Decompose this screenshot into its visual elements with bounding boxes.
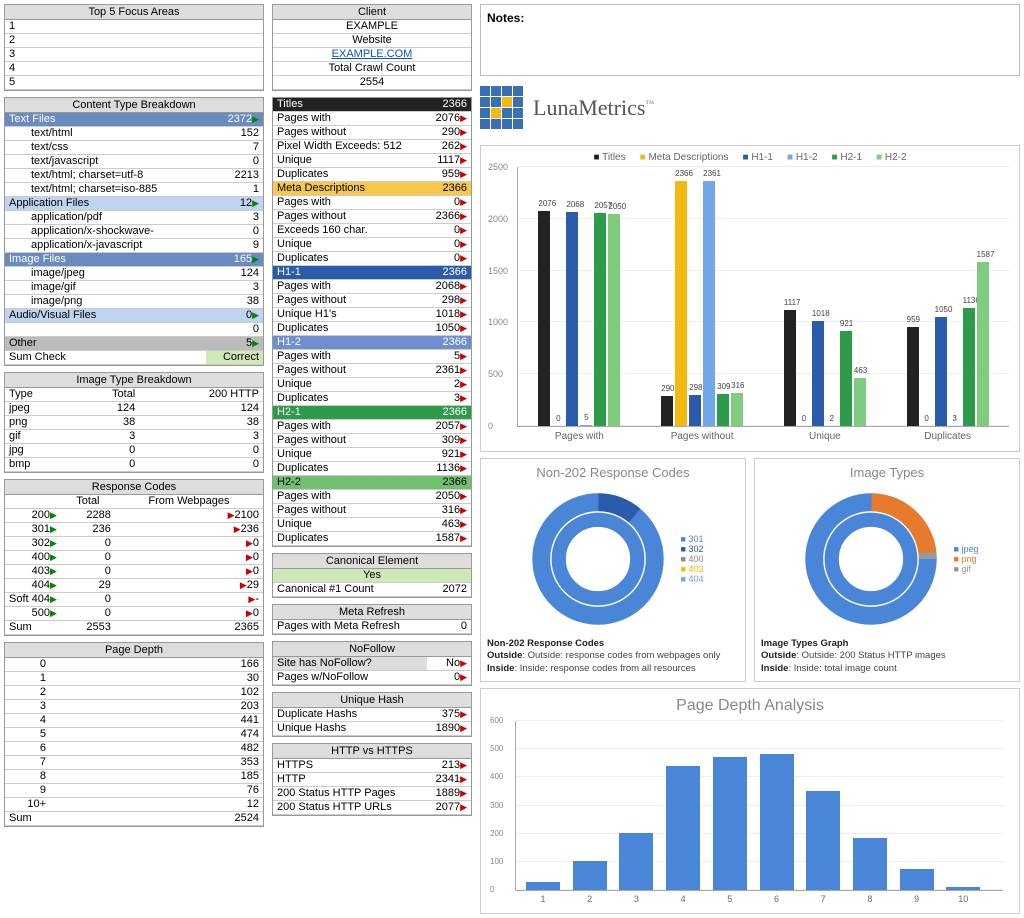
client-name: EXAMPLE [273,20,471,34]
bar-chart: Titles Meta Descriptions H1-1 H1-2 H2-1 … [480,145,1020,452]
donut-images-svg [796,484,946,634]
donut-response-legend: 301 302 400 403 404 [681,534,704,584]
canonical-panel: Canonical Element Yes Canonical #1 Count… [272,553,472,598]
donut-image-types: Image Types jpeg png gif [754,458,1020,682]
focus-areas-title: Top 5 Focus Areas [5,5,263,20]
brand-text: LunaMetrics™ [533,95,654,121]
meta-refresh-panel: Meta Refresh Pages with Meta Refresh0 [272,604,472,635]
notes-box[interactable]: Notes: [480,4,1020,76]
focus-areas-table: 1 2 3 4 5 [5,20,263,90]
head-sections-panel: Titles2366Pages with2076▶Pages without29… [272,97,472,547]
nofollow-panel: NoFollow Site has NoFollow?No▶Pages w/No… [272,641,472,686]
crawl-count: 2554 [273,76,471,90]
client-website-link[interactable]: EXAMPLE.COM [332,48,413,60]
content-breakdown-title: Content Type Breakdown [5,98,263,113]
brand-logo-icon [480,86,523,129]
client-panel: Client EXAMPLE Website EXAMPLE.COM Total… [272,4,472,91]
bar-chart-legend: Titles Meta Descriptions H1-1 H1-2 H2-1 … [487,152,1013,163]
donut-images-legend: jpeg png gif [954,544,979,574]
column-right: Notes: LunaMetrics™ Titles Meta Descript… [480,4,1020,914]
column-middle: Client EXAMPLE Website EXAMPLE.COM Total… [272,4,472,914]
depth-chart: Page Depth Analysis 01002003004005006001… [480,688,1020,914]
image-breakdown-panel: Image Type Breakdown TypeTotal200 HTTPjp… [4,372,264,473]
content-breakdown-panel: Content Type Breakdown Text Files2372▶te… [4,97,264,366]
brand: LunaMetrics™ [480,82,1020,139]
donut-response-svg [523,484,673,634]
response-codes-panel: Response Codes TotalFrom Webpages200▶228… [4,479,264,636]
unique-hash-panel: Unique Hash Duplicate Hashs375▶Unique Ha… [272,692,472,737]
http-https-panel: HTTP vs HTTPS HTTPS213▶HTTP2341▶200 Stat… [272,743,472,816]
column-left: Top 5 Focus Areas 1 2 3 4 5 Content Type… [4,4,264,914]
page-depth-panel: Page Depth 01661302102320344415474648273… [4,642,264,827]
focus-areas-panel: Top 5 Focus Areas 1 2 3 4 5 [4,4,264,91]
donut-response-codes: Non-202 Response Codes 301 302 400 403 4… [480,458,746,682]
